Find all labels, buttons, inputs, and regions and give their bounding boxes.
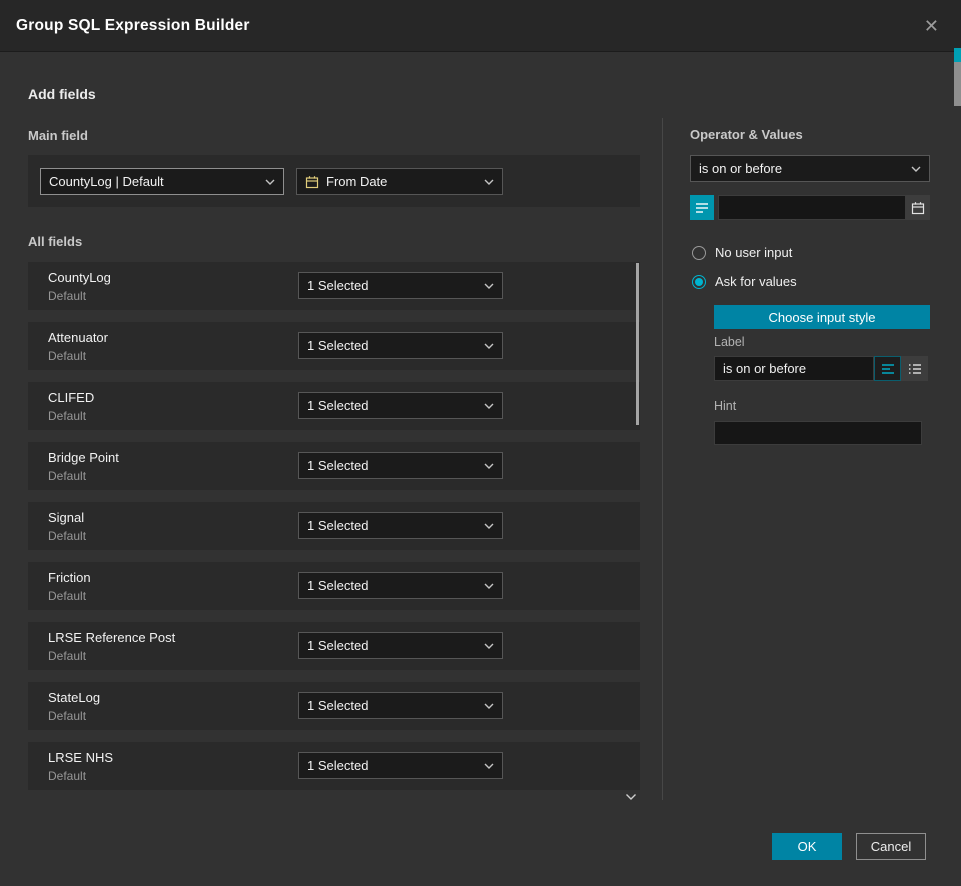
value-style-icon[interactable] xyxy=(690,195,714,220)
field-name: LRSE NHS xyxy=(48,750,113,765)
main-field-label: Main field xyxy=(28,128,88,143)
chevron-down-icon xyxy=(911,166,921,172)
selection-count: 1 Selected xyxy=(307,638,368,653)
field-name: Bridge Point xyxy=(48,450,119,465)
field-row-friction: Friction Default 1 Selected xyxy=(28,562,640,610)
value-input[interactable] xyxy=(718,195,906,220)
main-field-dropdown[interactable]: From Date xyxy=(296,168,503,195)
layer-dropdown-value: CountyLog | Default xyxy=(49,174,164,189)
chevron-down-icon xyxy=(484,283,494,289)
selection-count: 1 Selected xyxy=(307,338,368,353)
group-sql-expression-builder-dialog: Group SQL Expression Builder ✕ Add field… xyxy=(0,0,961,886)
selection-count: 1 Selected xyxy=(307,758,368,773)
list-style-icon[interactable] xyxy=(901,356,928,381)
field-name: Signal xyxy=(48,510,84,525)
field-subtitle: Default xyxy=(48,289,86,303)
operator-dropdown[interactable]: is on or before xyxy=(690,155,930,182)
field-selection-dropdown[interactable]: 1 Selected xyxy=(298,332,503,359)
scroll-down-icon[interactable] xyxy=(625,788,637,806)
list-scrollbar-thumb[interactable] xyxy=(636,263,639,425)
field-row-statelog: StateLog Default 1 Selected xyxy=(28,682,640,730)
field-selection-dropdown[interactable]: 1 Selected xyxy=(298,572,503,599)
field-subtitle: Default xyxy=(48,529,86,543)
close-icon[interactable]: ✕ xyxy=(924,17,945,35)
layer-dropdown[interactable]: CountyLog | Default xyxy=(40,168,284,195)
label-caption: Label xyxy=(714,335,745,349)
field-selection-dropdown[interactable]: 1 Selected xyxy=(298,692,503,719)
field-name: StateLog xyxy=(48,690,100,705)
chevron-down-icon xyxy=(484,343,494,349)
field-name: CountyLog xyxy=(48,270,111,285)
field-row-bridge-point: Bridge Point Default 1 Selected xyxy=(28,442,640,490)
radio-label: Ask for values xyxy=(715,274,797,289)
radio-icon xyxy=(692,246,706,260)
chevron-down-icon xyxy=(484,523,494,529)
chevron-down-icon xyxy=(484,179,494,185)
chevron-down-icon xyxy=(484,583,494,589)
calendar-picker-icon[interactable] xyxy=(906,195,930,220)
selection-count: 1 Selected xyxy=(307,278,368,293)
field-subtitle: Default xyxy=(48,769,86,783)
chevron-down-icon xyxy=(484,643,494,649)
selection-count: 1 Selected xyxy=(307,578,368,593)
field-subtitle: Default xyxy=(48,469,86,483)
radio-checked-icon xyxy=(692,275,706,289)
choose-input-style-button[interactable]: Choose input style xyxy=(714,305,930,329)
field-row-clifed: CLIFED Default 1 Selected xyxy=(28,382,640,430)
all-fields-label: All fields xyxy=(28,234,82,249)
field-row-countylog: CountyLog Default 1 Selected xyxy=(28,262,640,310)
field-row-lrse-reference-post: LRSE Reference Post Default 1 Selected xyxy=(28,622,640,670)
field-subtitle: Default xyxy=(48,409,86,423)
calendar-icon xyxy=(305,175,319,189)
field-selection-dropdown[interactable]: 1 Selected xyxy=(298,452,503,479)
chevron-down-icon xyxy=(484,703,494,709)
chevron-down-icon xyxy=(484,763,494,769)
field-selection-dropdown[interactable]: 1 Selected xyxy=(298,392,503,419)
main-field-dropdown-value: From Date xyxy=(326,174,387,189)
hint-input[interactable] xyxy=(714,421,922,445)
field-name: CLIFED xyxy=(48,390,94,405)
selection-count: 1 Selected xyxy=(307,458,368,473)
chevron-down-icon xyxy=(484,463,494,469)
chevron-down-icon xyxy=(265,179,275,185)
ask-for-values-radio[interactable]: Ask for values xyxy=(692,274,797,289)
field-selection-dropdown[interactable]: 1 Selected xyxy=(298,272,503,299)
field-name: Friction xyxy=(48,570,91,585)
selection-count: 1 Selected xyxy=(307,698,368,713)
label-input[interactable] xyxy=(714,356,874,381)
field-selection-dropdown[interactable]: 1 Selected xyxy=(298,512,503,539)
field-selection-dropdown[interactable]: 1 Selected xyxy=(298,632,503,659)
selection-count: 1 Selected xyxy=(307,398,368,413)
field-name: LRSE Reference Post xyxy=(48,630,175,645)
single-line-style-icon[interactable] xyxy=(874,356,901,381)
selection-count: 1 Selected xyxy=(307,518,368,533)
no-user-input-radio[interactable]: No user input xyxy=(692,245,792,260)
field-subtitle: Default xyxy=(48,589,86,603)
field-row-attenuator: Attenuator Default 1 Selected xyxy=(28,322,640,370)
all-fields-list: CountyLog Default 1 Selected Attenuator … xyxy=(28,262,640,802)
field-row-lrse-nhs: LRSE NHS Default 1 Selected xyxy=(28,742,640,790)
operator-dropdown-value: is on or before xyxy=(699,161,782,176)
cancel-button[interactable]: Cancel xyxy=(856,833,926,860)
hint-caption: Hint xyxy=(714,399,736,413)
dialog-title: Group SQL Expression Builder xyxy=(16,17,250,35)
radio-label: No user input xyxy=(715,245,792,260)
field-subtitle: Default xyxy=(48,709,86,723)
field-row-signal: Signal Default 1 Selected xyxy=(28,502,640,550)
operator-values-heading: Operator & Values xyxy=(690,127,803,142)
page-scrollbar-accent xyxy=(954,48,961,62)
panel-divider xyxy=(662,118,663,800)
add-fields-heading: Add fields xyxy=(28,86,96,102)
field-name: Attenuator xyxy=(48,330,108,345)
ok-button[interactable]: OK xyxy=(772,833,842,860)
field-subtitle: Default xyxy=(48,649,86,663)
chevron-down-icon xyxy=(484,403,494,409)
field-subtitle: Default xyxy=(48,349,86,363)
page-scrollbar-thumb[interactable] xyxy=(954,62,961,106)
field-selection-dropdown[interactable]: 1 Selected xyxy=(298,752,503,779)
dialog-titlebar: Group SQL Expression Builder ✕ xyxy=(0,0,961,52)
